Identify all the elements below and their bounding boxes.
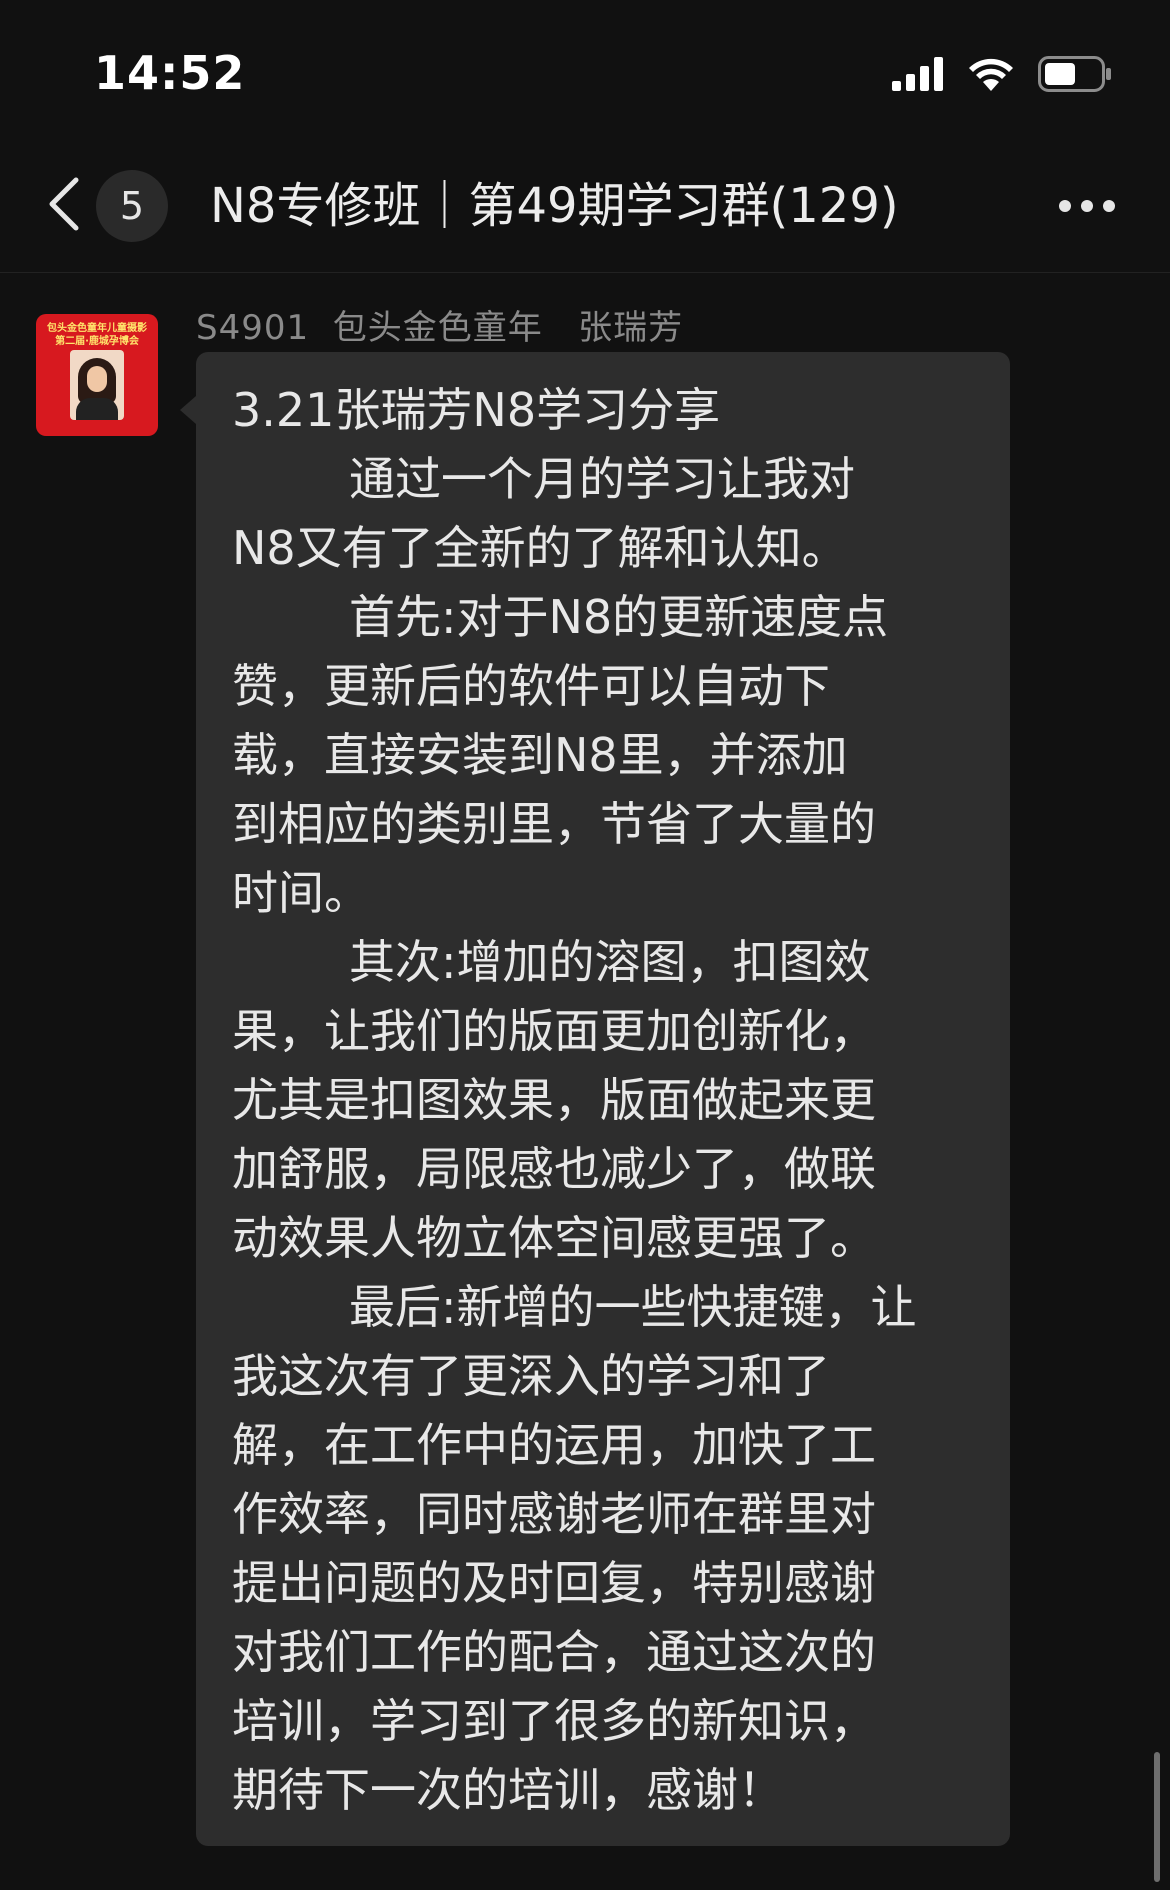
message-line: N8又有了全新的了解和认知。	[232, 521, 848, 575]
message-line: 加舒服，局限感也减少了，做联	[232, 1142, 876, 1196]
scrollbar[interactable]	[1154, 1752, 1160, 1882]
status-time: 14:52	[94, 46, 246, 100]
message-line: 到相应的类别里，节省了大量的	[232, 797, 876, 851]
message-line: 对我们工作的配合，通过这次的	[232, 1625, 876, 1679]
message-line: 3.21张瑞芳N8学习分享	[232, 383, 721, 437]
avatar-banner-line2: 第二届·鹿城孕博会	[55, 336, 139, 347]
message-line: 通过一个月的学习让我对	[232, 452, 855, 506]
message-text: 3.21张瑞芳N8学习分享 通过一个月的学习让我对 N8又有了全新的了解和认知。 …	[232, 376, 984, 1825]
message-line: 赞，更新后的软件可以自动下	[232, 659, 830, 713]
battery-icon	[1038, 56, 1111, 92]
message-bubble[interactable]: 3.21张瑞芳N8学习分享 通过一个月的学习让我对 N8又有了全新的了解和认知。 …	[180, 352, 1010, 1846]
message-line: 提出问题的及时回复，特别感谢	[232, 1556, 876, 1610]
avatar-banner-line1: 包头金色童年儿童摄影	[47, 323, 147, 334]
chevron-left-icon[interactable]	[44, 174, 84, 234]
status-bar: 14:52	[0, 0, 1170, 140]
status-icons	[892, 52, 1112, 96]
message-line: 果，让我们的版面更加创新化，	[232, 1004, 876, 1058]
message-line: 首先:对于N8的更新速度点	[232, 590, 889, 644]
chat-title: N8专修班｜第49期学习群(129)	[210, 178, 899, 234]
message-line: 期待下一次的培训，感谢！	[232, 1763, 784, 1817]
avatar-photo	[70, 350, 124, 420]
sender-name: S4901 包头金色童年 张瑞芳	[196, 308, 684, 348]
avatar[interactable]: 包头金色童年儿童摄影 第二届·鹿城孕博会	[36, 314, 158, 436]
chat-header: 5 N8专修班｜第49期学习群(129)	[0, 140, 1170, 273]
message-line: 培训，学习到了很多的新知识，	[232, 1694, 876, 1748]
cellular-signal-icon	[892, 57, 943, 91]
message-line: 动效果人物立体空间感更强了。	[232, 1211, 876, 1265]
message-line: 我这次有了更深入的学习和了	[232, 1349, 830, 1403]
message-line: 时间。	[232, 866, 370, 920]
message-line: 解，在工作中的运用，加快了工	[232, 1418, 876, 1472]
message-line: 尤其是扣图效果，版面做起来更	[232, 1073, 876, 1127]
message-line: 载，直接安装到N8里，并添加	[232, 728, 848, 782]
message-line: 最后:新增的一些快捷键，让	[232, 1280, 917, 1334]
message-line: 作效率，同时感谢老师在群里对	[232, 1487, 876, 1541]
unread-count-badge[interactable]: 5	[96, 170, 168, 242]
more-icon[interactable]	[1058, 196, 1116, 216]
message-line: 其次:增加的溶图，扣图效	[232, 935, 871, 989]
avatar-banner: 包头金色童年儿童摄影 第二届·鹿城孕博会	[36, 322, 158, 348]
wifi-icon	[969, 58, 1013, 91]
